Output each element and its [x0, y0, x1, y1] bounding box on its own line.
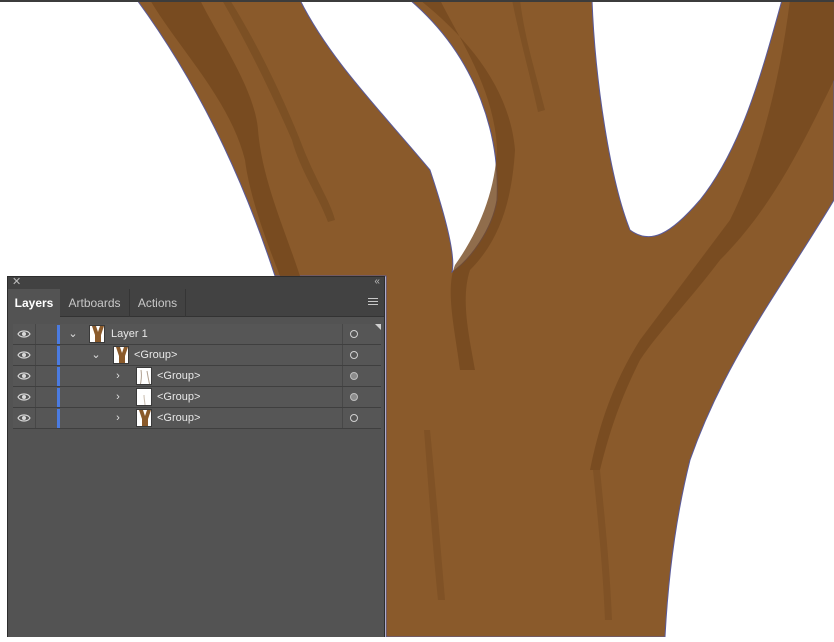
layer-row-group[interactable]: › <Group>	[13, 387, 381, 408]
panel-tab-bar: Layers Artboards Actions	[8, 289, 384, 317]
column-divider	[342, 366, 343, 386]
chevron-right-icon[interactable]: ›	[112, 410, 124, 426]
group-label[interactable]: <Group>	[157, 408, 200, 428]
column-divider	[35, 345, 36, 365]
current-layer-indicator	[375, 324, 381, 330]
chevron-right-icon[interactable]: ›	[112, 368, 124, 384]
layer-color-bar	[57, 346, 60, 365]
group-thumbnail	[113, 346, 129, 364]
group-label[interactable]: <Group>	[134, 345, 177, 365]
target-circle-icon[interactable]	[350, 351, 358, 359]
target-circle-icon[interactable]	[350, 372, 358, 380]
layer-row-group[interactable]: › <Group>	[13, 408, 381, 429]
column-divider	[35, 387, 36, 407]
tab-actions[interactable]: Actions	[130, 289, 186, 317]
target-circle-icon[interactable]	[350, 414, 358, 422]
chevron-down-icon[interactable]: ⌄	[67, 326, 79, 342]
layer-color-bar	[57, 367, 60, 386]
chevron-down-icon[interactable]: ⌄	[90, 347, 102, 363]
canvas-top-edge	[0, 0, 834, 2]
eye-icon[interactable]	[17, 349, 31, 361]
layer-label[interactable]: Layer 1	[111, 324, 148, 344]
target-circle-icon[interactable]	[350, 330, 358, 338]
group-thumbnail	[136, 367, 152, 385]
group-label[interactable]: <Group>	[157, 387, 200, 407]
target-circle-icon[interactable]	[350, 393, 358, 401]
column-divider	[35, 324, 36, 344]
panel-title-bar[interactable]: ✕ ‹‹	[8, 276, 384, 289]
layer-thumbnail	[89, 325, 105, 343]
eye-icon[interactable]	[17, 370, 31, 382]
layer-row-group[interactable]: ⌄ <Group>	[13, 345, 381, 366]
layer-color-bar	[57, 388, 60, 407]
layers-panel[interactable]: ✕ ‹‹ Layers Artboards Actions ⌄ Layer 1	[7, 276, 385, 637]
column-divider	[35, 408, 36, 428]
panel-menu-icon[interactable]	[368, 298, 378, 307]
group-label[interactable]: <Group>	[157, 366, 200, 386]
close-icon[interactable]: ✕	[12, 276, 21, 288]
column-divider	[342, 324, 343, 344]
eye-icon[interactable]	[17, 391, 31, 403]
chevron-right-icon[interactable]: ›	[112, 389, 124, 405]
layer-row-layer-1[interactable]: ⌄ Layer 1	[13, 324, 381, 345]
tab-layers[interactable]: Layers	[8, 289, 60, 317]
layers-list: ⌄ Layer 1 ⌄ <Group> › <Group> › <Group> …	[13, 324, 381, 429]
eye-icon[interactable]	[17, 412, 31, 424]
group-thumbnail	[136, 388, 152, 406]
column-divider	[342, 345, 343, 365]
layer-color-bar	[57, 409, 60, 428]
collapse-icon[interactable]: ‹‹	[374, 276, 380, 288]
layer-color-bar	[57, 325, 60, 344]
column-divider	[35, 366, 36, 386]
tab-artboards[interactable]: Artboards	[60, 289, 130, 317]
layer-row-group[interactable]: › <Group>	[13, 366, 381, 387]
eye-icon[interactable]	[17, 328, 31, 340]
column-divider	[342, 408, 343, 428]
group-thumbnail	[136, 409, 152, 427]
column-divider	[342, 387, 343, 407]
